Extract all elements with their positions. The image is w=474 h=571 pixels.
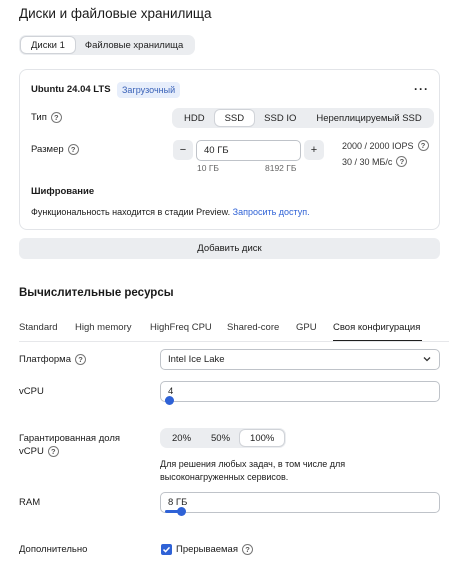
- tab-shared-core[interactable]: Shared-core: [227, 322, 279, 333]
- disk-type-selector: HDD SSD SSD IO Нереплицируемый SSD: [172, 108, 434, 128]
- throughput-value: 30 / 30 МБ/с ?: [342, 156, 408, 167]
- platform-label: Платформа ?: [19, 354, 86, 365]
- tab-disks[interactable]: Диски 1: [21, 37, 75, 53]
- guaranteed-share-selector: 20% 50% 100%: [160, 428, 287, 448]
- encryption-text: Функциональность находится в стадии Prev…: [31, 207, 231, 217]
- encryption-title: Шифрование: [31, 186, 95, 197]
- disk-type-ssd-io[interactable]: SSD IO: [254, 110, 306, 126]
- tab-file-storages[interactable]: Файловые хранилища: [75, 37, 193, 53]
- share-50[interactable]: 50%: [201, 430, 240, 446]
- vcpu-slider-handle[interactable]: [165, 396, 174, 405]
- disk-size-label: Размер ?: [31, 144, 79, 155]
- vcpu-slider[interactable]: 4: [160, 381, 440, 405]
- request-access-link[interactable]: Запросить доступ.: [233, 207, 310, 217]
- tab-gpu[interactable]: GPU: [296, 322, 317, 333]
- guaranteed-share-label-2: vCPU ?: [19, 446, 59, 457]
- platform-value: Intel Ice Lake: [168, 354, 225, 365]
- compute-section-title: Вычислительные ресурсы: [19, 287, 174, 299]
- more-icon[interactable]: ···: [414, 82, 429, 96]
- size-decrement-button[interactable]: −: [173, 140, 193, 160]
- preemptible-label: Прерываемая ?: [176, 544, 253, 555]
- guaranteed-share-description: Для решения любых задач, в том числе для…: [160, 459, 346, 482]
- help-icon[interactable]: ?: [417, 140, 429, 151]
- size-min: 10 ГБ: [197, 163, 219, 173]
- storage-tabs: Диски 1 Файловые хранилища: [19, 35, 196, 55]
- platform-select[interactable]: Intel Ice Lake: [160, 349, 440, 370]
- disk-name: Ubuntu 24.04 LTS: [31, 84, 111, 95]
- disk-card: Ubuntu 24.04 LTS Загрузочный ··· Тип ? H…: [19, 69, 440, 230]
- size-max: 8192 ГБ: [265, 163, 297, 173]
- throughput-text: 30 / 30 МБ/с: [342, 156, 393, 167]
- share-20[interactable]: 20%: [162, 430, 201, 446]
- size-increment-button[interactable]: +: [304, 140, 324, 160]
- tab-highfreq-cpu[interactable]: HighFreq CPU: [150, 322, 212, 333]
- platform-label-text: Платформа: [19, 354, 71, 365]
- guaranteed-share-label-text: vCPU: [19, 446, 44, 457]
- disk-type-nonreplicated-ssd[interactable]: Нереплицируемый SSD: [306, 110, 431, 126]
- add-disk-button[interactable]: Добавить диск: [19, 238, 440, 259]
- share-100[interactable]: 100%: [240, 430, 285, 446]
- disk-type-ssd[interactable]: SSD: [214, 110, 255, 126]
- preemptible-checkbox[interactable]: [161, 544, 172, 555]
- preemptible-label-text: Прерываемая: [176, 544, 238, 555]
- help-icon[interactable]: ?: [47, 446, 59, 457]
- disk-size-input[interactable]: 40 ГБ: [196, 140, 301, 161]
- help-icon[interactable]: ?: [241, 544, 253, 555]
- tab-high-memory[interactable]: High memory: [75, 322, 132, 333]
- chevron-down-icon: [423, 357, 431, 362]
- iops-value: 2000 / 2000 IOPS ?: [342, 140, 429, 151]
- additional-label: Дополнительно: [19, 544, 88, 555]
- disk-type-hdd[interactable]: HDD: [174, 110, 215, 126]
- page-title: Диски и файловые хранилища: [19, 6, 212, 21]
- help-icon[interactable]: ?: [75, 354, 86, 365]
- help-icon[interactable]: ?: [67, 144, 79, 155]
- ram-value: 8 ГБ: [168, 497, 188, 508]
- tab-standard[interactable]: Standard: [19, 322, 58, 333]
- ram-slider[interactable]: 8 ГБ: [160, 492, 440, 516]
- help-icon[interactable]: ?: [396, 156, 408, 167]
- boot-badge: Загрузочный: [117, 82, 181, 98]
- disk-type-label-text: Тип: [31, 112, 47, 123]
- ram-label: RAM: [19, 497, 41, 508]
- compute-tabs: Standard High memory HighFreq CPU Shared…: [19, 322, 449, 342]
- ram-slider-handle[interactable]: [177, 507, 186, 516]
- guaranteed-share-label: Гарантированная доля: [19, 433, 121, 444]
- help-icon[interactable]: ?: [50, 112, 62, 123]
- vcpu-label: vCPU: [19, 386, 44, 397]
- check-icon: [162, 546, 171, 553]
- tab-custom-config[interactable]: Своя конфигурация: [333, 322, 420, 333]
- tabs-divider: [19, 341, 449, 342]
- disk-type-label: Тип ?: [31, 112, 62, 123]
- iops-text: 2000 / 2000 IOPS: [342, 140, 414, 151]
- disk-size-label-text: Размер: [31, 144, 64, 155]
- encryption-note: Функциональность находится в стадии Prev…: [31, 207, 310, 217]
